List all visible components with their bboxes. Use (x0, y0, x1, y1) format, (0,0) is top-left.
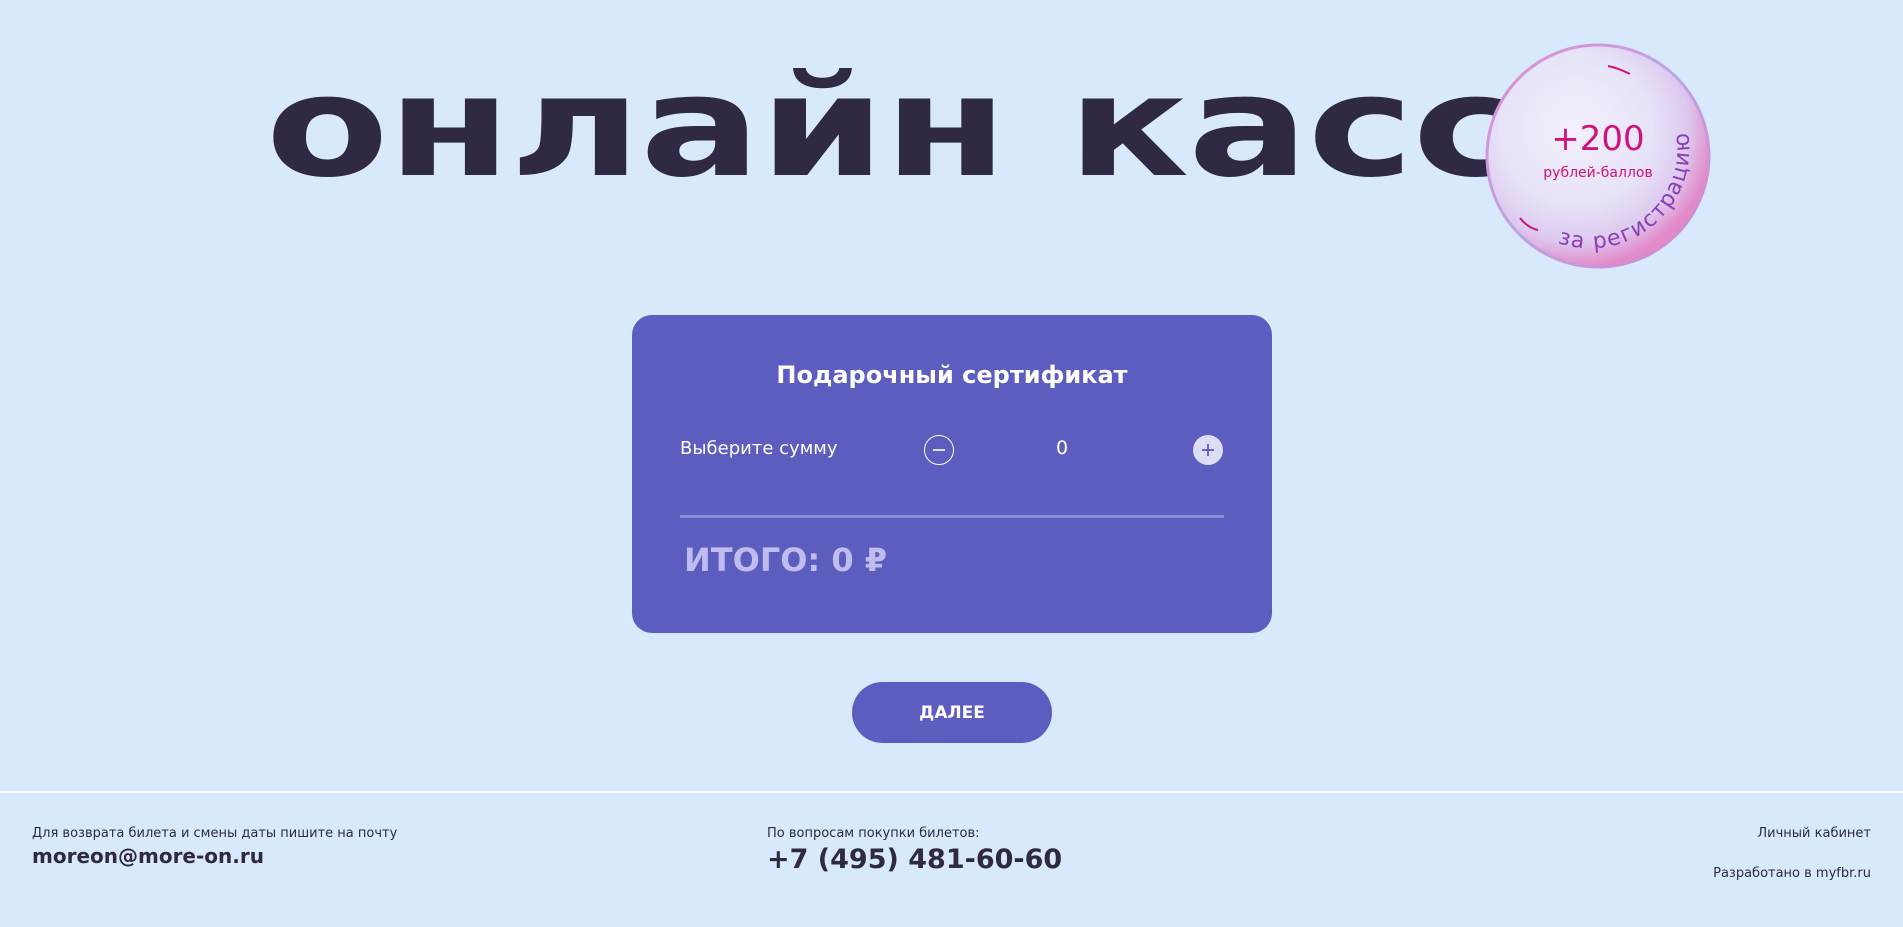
purchase-note: По вопросам покупки билетов: (767, 826, 980, 841)
card-title: Подарочный сертификат (776, 361, 1128, 389)
registration-bonus-badge: за регистрацию +200 рублей-баллов (1484, 42, 1712, 270)
next-button[interactable]: ДАЛЕЕ (852, 682, 1052, 743)
gift-certificate-card: Подарочный сертификат Выберите сумму 0 И… (632, 315, 1272, 633)
quantity-value: 0 (1055, 437, 1069, 459)
developer-credit-link[interactable]: Разработано в myfbr.ru (1713, 866, 1871, 881)
plus-icon (1202, 444, 1214, 456)
divider (680, 515, 1224, 518)
minus-icon (933, 449, 945, 451)
footer-divider (0, 791, 1903, 793)
promo-unit: рублей-баллов (1543, 165, 1653, 181)
order-total: ИТОГО: 0 ₽ (684, 541, 888, 579)
refund-note: Для возврата билета и смены даты пишите … (32, 826, 398, 841)
account-link[interactable]: Личный кабинет (1757, 826, 1871, 841)
contact-phone-link[interactable]: +7 (495) 481-60-60 (767, 844, 1062, 875)
decrease-button[interactable] (924, 435, 954, 465)
increase-button[interactable] (1193, 435, 1223, 465)
promo-amount: +200 (1551, 119, 1645, 159)
amount-label: Выберите сумму (680, 438, 838, 459)
contact-email-link[interactable]: moreon@more-on.ru (32, 844, 264, 868)
